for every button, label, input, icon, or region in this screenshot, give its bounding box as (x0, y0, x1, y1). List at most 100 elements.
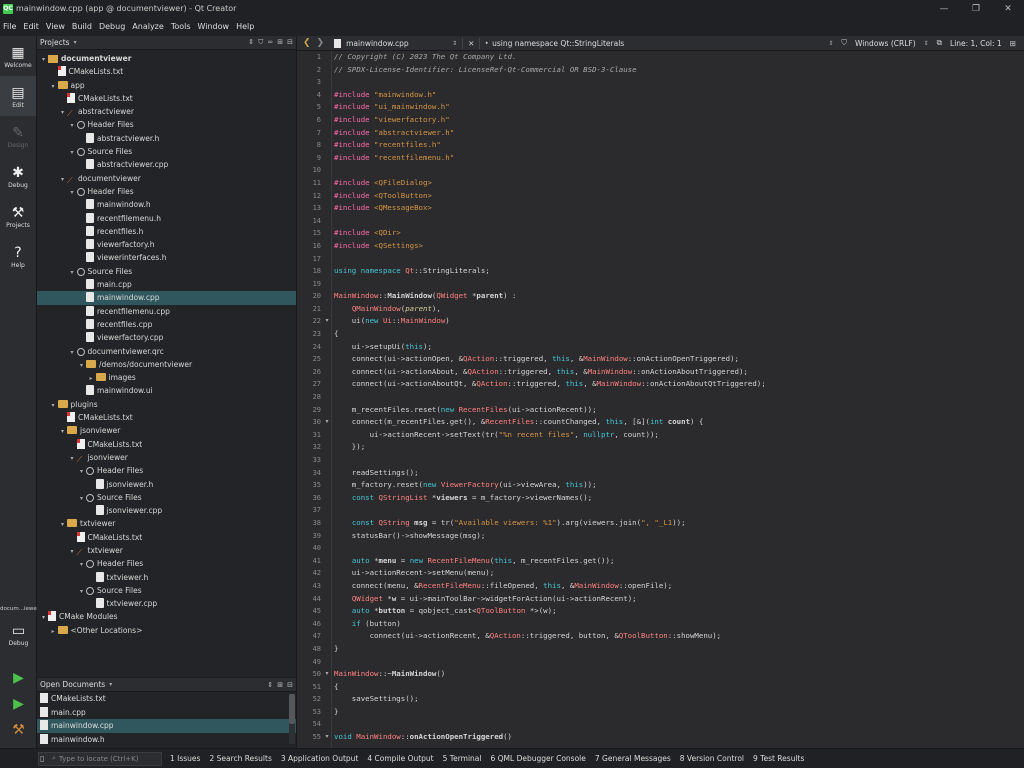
code-line[interactable]: const QString msg = tr("Available viewer… (332, 517, 1024, 530)
code-line[interactable]: // Copyright (C) 2023 The Qt Company Ltd… (332, 51, 1024, 64)
tree-item-documentviewer-qrc[interactable]: ▾ documentviewer.qrc (37, 345, 296, 358)
output-tab-terminal[interactable]: 5 Terminal (443, 754, 482, 763)
tree-item-images[interactable]: ▸ images (37, 371, 296, 384)
filter-icon[interactable]: ⛉ (258, 38, 263, 47)
close-file-icon[interactable]: ✕ (468, 39, 474, 48)
symbol-combo[interactable]: using namespace Qt::StringLiterals (492, 39, 624, 48)
tree-item-jsonviewer[interactable]: ▾ ⟋ jsonviewer (37, 451, 296, 464)
filter-icon[interactable]: ⛉ (841, 38, 847, 48)
chevron-icon[interactable]: ▾ (68, 266, 77, 279)
code-line[interactable]: auto *menu = new RecentFileMenu(this, m_… (332, 555, 1024, 568)
code-line[interactable]: #include <QFileDialog> (332, 177, 1024, 190)
mode-design[interactable]: ✎ Design (0, 116, 36, 156)
code-line[interactable]: }); (332, 441, 1024, 454)
chevron-icon[interactable]: ▾ (49, 80, 58, 93)
tree-item-demos-documentviewer[interactable]: ▾ /demos/documentviewer (37, 358, 296, 371)
code-line[interactable]: connect(ui->actionOpen, &QAction::trigge… (332, 353, 1024, 366)
code-line[interactable]: #include <QSettings> (332, 240, 1024, 253)
open-document-mainwindow-cpp[interactable]: mainwindow.cpp (37, 719, 296, 733)
code-line[interactable]: ui->actionRecent->setMenu(menu); (332, 567, 1024, 580)
close-pane-icon[interactable]: ⊟ (287, 681, 293, 689)
code-line[interactable]: MainWindow::~MainWindow() (332, 668, 1024, 681)
tree-item-jsonviewer-cpp[interactable]: jsonviewer.cpp (37, 504, 296, 517)
kit-label[interactable]: docum...iewer (0, 606, 39, 612)
chevron-icon[interactable]: ▾ (58, 106, 67, 119)
tree-item-abstractviewer[interactable]: ▾ ⟋ abstractviewer (37, 105, 296, 118)
close-icon[interactable]: ✕ (992, 4, 1024, 14)
output-tab-version-control[interactable]: 8 Version Control (680, 754, 744, 763)
scrollbar-thumb[interactable] (289, 694, 295, 724)
chevron-down-icon[interactable]: ▾ (74, 39, 77, 46)
tree-item-source-files[interactable]: ▾ Source Files (37, 265, 296, 278)
code-line[interactable] (332, 76, 1024, 89)
tree-item-viewerfactory-cpp[interactable]: viewerfactory.cpp (37, 331, 296, 344)
output-tab-search-results[interactable]: 2 Search Results (209, 754, 271, 763)
output-tab-compile-output[interactable]: 4 Compile Output (367, 754, 433, 763)
tree-item-txtviewer[interactable]: ▾ txtviewer (37, 517, 296, 530)
mode-help[interactable]: ? Help (0, 236, 36, 276)
code-line[interactable]: #include "ui_mainwindow.h" (332, 101, 1024, 114)
tree-item-header-files[interactable]: ▾ Header Files (37, 118, 296, 131)
forward-arrow-icon[interactable]: ❯ (317, 38, 325, 48)
split-editor-icon[interactable]: ⧉ (937, 38, 942, 48)
code-line[interactable]: } (332, 706, 1024, 719)
chevron-icon[interactable]: ▾ (58, 173, 67, 186)
output-tab-qml-debugger-console[interactable]: 6 QML Debugger Console (491, 754, 586, 763)
tree-item-mainwindow-ui[interactable]: mainwindow.ui (37, 384, 296, 397)
tree-item-viewerinterfaces-h[interactable]: viewerinterfaces.h (37, 251, 296, 264)
chevron-icon[interactable]: ▾ (68, 146, 77, 159)
chevron-icon[interactable]: ▾ (68, 346, 77, 359)
tree-item-documentviewer[interactable]: ▾ documentviewer (37, 52, 296, 65)
code-line[interactable] (332, 391, 1024, 404)
chevron-icon[interactable]: ▾ (77, 585, 86, 598)
output-tab-test-results[interactable]: 9 Test Results (753, 754, 804, 763)
code-line[interactable]: m_factory.reset(new ViewerFactory(ui->vi… (332, 479, 1024, 492)
tree-item-cmakelists-txt[interactable]: CMakeLists.txt (37, 438, 296, 451)
code-line[interactable] (332, 454, 1024, 467)
open-document-cmakelists-txt[interactable]: CMakeLists.txt (37, 692, 296, 706)
fold-marker-icon[interactable]: ▾ (323, 416, 331, 429)
tree-item-header-files[interactable]: ▾ Header Files (37, 185, 296, 198)
code-line[interactable]: #include "abstractviewer.h" (332, 127, 1024, 140)
menu-view[interactable]: View (46, 22, 65, 31)
tree-item-viewerfactory-h[interactable]: viewerfactory.h (37, 238, 296, 251)
tree-item-header-files[interactable]: ▾ Header Files (37, 464, 296, 477)
mode-projects[interactable]: ⚒ Projects (0, 196, 36, 236)
code-line[interactable]: statusBar()->showMessage(msg); (332, 530, 1024, 543)
code-area[interactable]: // Copyright (C) 2023 The Qt Company Ltd… (331, 51, 1024, 748)
debug-run-button[interactable]: ▶ (0, 691, 37, 717)
code-line[interactable]: } (332, 643, 1024, 656)
code-line[interactable]: #include <QToolButton> (332, 190, 1024, 203)
back-arrow-icon[interactable]: ❮ (303, 38, 311, 48)
code-line[interactable] (332, 215, 1024, 228)
tree-item-jsonviewer[interactable]: ▾ jsonviewer (37, 424, 296, 437)
chevron-icon[interactable]: ▾ (49, 399, 58, 412)
open-documents-scrollbar[interactable] (289, 694, 295, 744)
menu-window[interactable]: Window (198, 22, 230, 31)
code-line[interactable] (332, 718, 1024, 731)
toggle-sidebar-icon[interactable]: ▯ (40, 754, 44, 763)
chevron-icon[interactable]: ▾ (77, 465, 86, 478)
code-line[interactable]: #include <QDir> (332, 227, 1024, 240)
symbol-chevron-icon[interactable]: ⇕ (828, 40, 833, 47)
code-line[interactable]: // SPDX-License-Identifier: LicenseRef-Q… (332, 64, 1024, 77)
chevron-icon[interactable]: ▾ (68, 119, 77, 132)
build-button[interactable]: ⚒ (0, 717, 37, 743)
fold-marker-icon[interactable]: ▾ (323, 668, 331, 681)
open-documents-title[interactable]: Open Documents (40, 680, 105, 689)
cursor-position[interactable]: Line: 1, Col: 1 (950, 39, 1002, 48)
mode-welcome[interactable]: ▦ Welcome (0, 36, 36, 76)
chevron-icon[interactable]: ▸ (87, 372, 96, 385)
tree-item-cmake-modules[interactable]: ▾ CMake Modules (37, 610, 296, 623)
tree-item-recentfilemenu-h[interactable]: recentfilemenu.h (37, 212, 296, 225)
split-icon[interactable]: ⊞ (277, 38, 283, 47)
tree-item-txtviewer-h[interactable]: txtviewer.h (37, 571, 296, 584)
chevron-icon[interactable]: ▾ (58, 425, 67, 438)
menu-tools[interactable]: Tools (171, 22, 191, 31)
output-tab-application-output[interactable]: 3 Application Output (281, 754, 359, 763)
tree-item-txtviewer[interactable]: ▾ ⟋ txtviewer (37, 544, 296, 557)
updown-icon[interactable]: ⇕ (248, 38, 254, 47)
menu-analyze[interactable]: Analyze (132, 22, 164, 31)
code-line[interactable]: #include "recentfilemenu.h" (332, 152, 1024, 165)
tree-item-app[interactable]: ▾ app (37, 79, 296, 92)
